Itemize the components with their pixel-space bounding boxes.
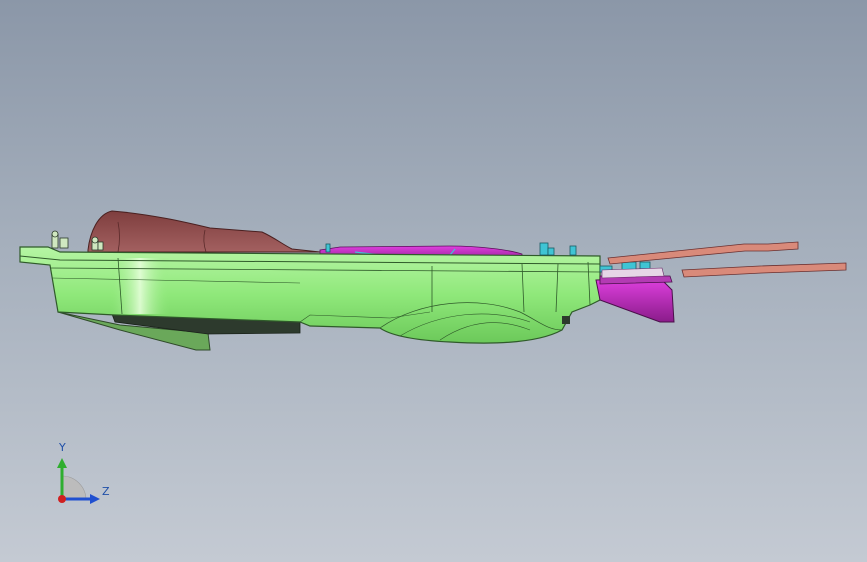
graphics-viewport[interactable]: Y Z: [0, 0, 867, 562]
triad-quadrant: [61, 475, 87, 501]
rear-cover[interactable]: [87, 210, 321, 253]
triad-label-z: Z: [102, 485, 110, 498]
triad-label-y: Y: [59, 441, 66, 454]
cad-model[interactable]: [0, 0, 867, 562]
rear-bracket[interactable]: [595, 277, 675, 323]
x-axis-dot-icon: [58, 495, 66, 503]
z-axis-arrow-icon: [90, 494, 100, 504]
y-axis-arrow-icon: [57, 458, 67, 468]
